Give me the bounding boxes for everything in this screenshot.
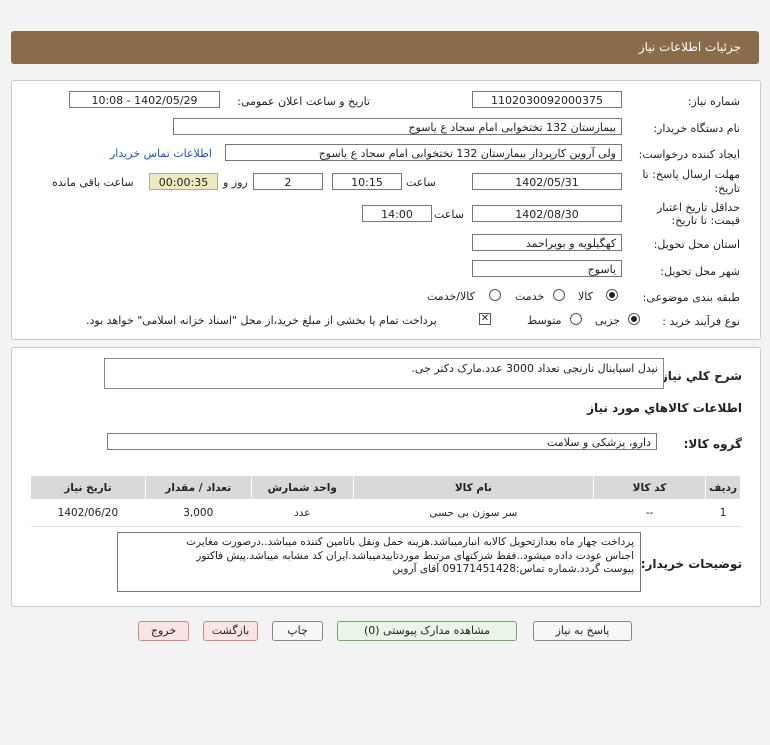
process-option-minor: جزیی [595,314,621,327]
buyer-notes-line-2: اجناس عودت داده میشود..فقط شرکتهای مرتبط… [196,549,634,562]
page-header: جزئیات اطلاعات نیاز [11,31,759,64]
description-field: نیدل اسپاینال نارنجی تعداد 3000 عدد.مارک… [104,358,664,389]
col-index: ردیف [705,475,741,500]
row-qty: 3,000 [145,499,252,527]
buyer-notes-line-1: پرداخت چهار ماه بعدازتحویل کالابه انبارم… [186,536,634,548]
row-name: سر سوزن بی حسی [353,499,594,527]
category-option-goods-service: کالا/خدمت [427,290,475,303]
row-date: 1402/06/20 [30,499,146,527]
days-field: 2 [253,173,323,190]
need-number-label: شماره نیاز: [687,95,740,108]
creator-field: ولی آروین کارپرداز بیمارستان 132 تختخواب… [225,144,622,161]
buyer-notes-line-3: پیوست گردد.شماره تماس:09171451428 آقای آ… [392,563,634,575]
exit-button[interactable]: خروج [138,621,189,641]
goods-table: ردیف کد کالا نام کالا واحد شمارش تعداد /… [30,475,741,527]
province-field: کهگیلویه و بویراحمد [472,234,622,251]
col-code: کد کالا [592,475,707,500]
goods-table-header: ردیف کد کالا نام کالا واحد شمارش تعداد /… [30,475,741,500]
treasury-checkbox[interactable]: ✕ [479,313,491,325]
days-label: روز و [223,176,248,189]
deadline-time-label: ساعت [406,176,436,189]
buyer-org-field: بیمارستان 132 تختخوابی امام سجاد ع یاسوج [173,118,622,135]
process-radio-medium[interactable] [570,313,582,325]
table-row: 1 -- سر سوزن بی حسی عدد 3,000 1402/06/20 [30,499,741,527]
process-radio-minor[interactable] [628,313,640,325]
description-label: شرح کلي نياز: [656,369,742,383]
city-label: شهر محل تحویل: [660,265,740,278]
col-name: نام کالا [353,475,594,500]
deadline-label: مهلت ارسال پاسخ: تا [642,168,740,181]
goods-group-field: دارو، پزشکی و سلامت [107,433,657,450]
province-label: استان محل تحویل: [653,238,740,251]
buyer-org-label: نام دستگاه خریدار: [653,122,740,135]
category-radio-goods[interactable] [606,289,618,301]
validity-label-2: قیمت: تا تاریخ: [671,214,740,227]
announce-label: تاریخ و ساعت اعلان عمومی: [237,95,370,108]
validity-date-field: 1402/08/30 [472,205,622,222]
goods-section-title: اطلاعات کالاهاي مورد نياز [587,401,742,415]
row-unit: عدد [251,499,354,527]
buyer-contact-link[interactable]: اطلاعات تماس خریدار [110,147,212,160]
remaining-label: ساعت باقی مانده [52,176,134,189]
attachments-button[interactable]: مشاهده مدارک پیوستی (0) [337,621,517,641]
row-code: -- [593,499,706,527]
page-title: جزئیات اطلاعات نیاز [638,40,741,54]
buyer-notes-label: توضیحات خریدار: [640,557,742,571]
category-radio-service[interactable] [553,289,565,301]
treasury-payment-text: پرداخت تمام یا بخشی از مبلغ خرید،از محل … [86,314,437,327]
announce-field: 1402/05/29 - 10:08 [69,91,220,108]
category-option-goods: کالا [578,290,593,303]
buyer-notes-box: پرداخت چهار ماه بعدازتحویل کالابه انبارم… [117,532,641,592]
category-option-service: خدمت [515,290,545,303]
city-field: یاسوج [472,260,622,277]
creator-label: ایجاد کننده درخواست: [638,148,740,161]
validity-label: حداقل تاریخ اعتبار [656,201,740,214]
deadline-label-2: تاریخ: [714,182,740,195]
need-number-field: 1102030092000375 [472,91,622,108]
row-index: 1 [705,499,741,527]
col-unit: واحد شمارش [250,475,355,500]
back-button[interactable]: بازگشت [203,621,258,641]
category-label: طبقه بندی موضوعی: [642,291,740,304]
goods-group-label: گروه کالا: [683,437,742,451]
col-qty: تعداد / مقدار [144,475,252,500]
category-radio-goods-service[interactable] [489,289,501,301]
col-date: تاریخ نیاز [30,475,146,500]
validity-time-field: 14:00 [362,205,432,222]
deadline-time-field: 10:15 [332,173,402,190]
validity-time-label: ساعت [434,208,464,221]
print-button[interactable]: چاپ [272,621,323,641]
process-option-medium: متوسط [527,314,562,327]
remaining-time-field: 00:00:35 [149,173,218,190]
process-label: نوع فرآیند خرید : [662,315,740,328]
deadline-date-field: 1402/05/31 [472,173,622,190]
reply-button[interactable]: پاسخ به نیاز [533,621,632,641]
